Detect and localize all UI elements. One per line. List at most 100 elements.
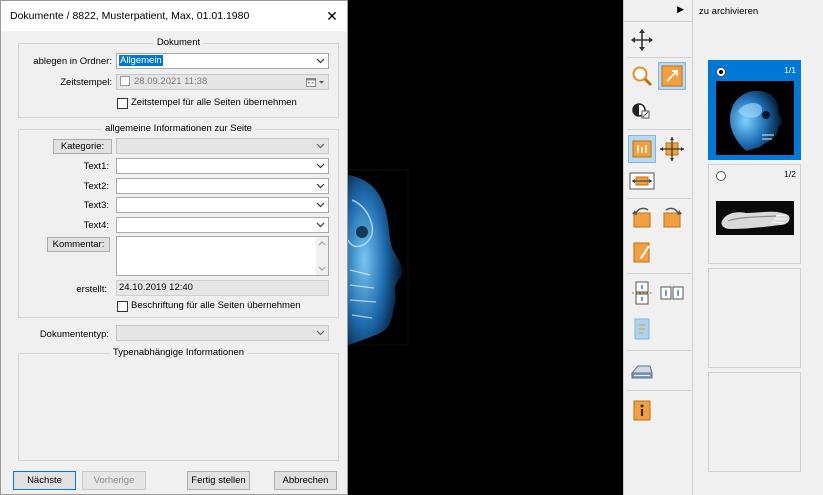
rotate-right-icon [663, 207, 682, 228]
caption-all-pages-label: Beschriftung für alle Seiten übernehmen [131, 300, 301, 311]
split-page-tool-button[interactable] [628, 279, 656, 307]
merge-pages-tool-button[interactable] [658, 279, 686, 307]
created-label: erstellt: [76, 284, 107, 295]
folder-select[interactable]: Allgemein [116, 53, 329, 69]
folder-label: ablegen in Ordner: [33, 56, 112, 67]
edit-page-icon [633, 242, 650, 263]
collapse-button[interactable]: ▶ [624, 0, 692, 22]
thumbnail-page-number: 1/2 [784, 169, 796, 179]
timestamp-picker[interactable]: 28.09.2021 11:38 [116, 74, 329, 90]
type-info-group: Typenabhängige Informationen [18, 347, 339, 461]
text3-label: Text3: [83, 200, 109, 211]
next-button[interactable]: Nächste [13, 471, 76, 490]
thumbnail-panel: zu archivieren 1/1 1/2 [693, 0, 823, 495]
close-icon: ✕ [326, 8, 338, 24]
cancel-button[interactable]: Abbrechen [274, 471, 337, 490]
chevron-down-icon [316, 143, 325, 149]
caption-all-pages-checkbox[interactable] [117, 301, 128, 312]
close-button[interactable]: ✕ [321, 6, 343, 26]
page-info-group-title: allgemeine Informationen zur Seite [102, 123, 255, 134]
document-group-title: Dokument [153, 37, 204, 48]
text1-select[interactable] [116, 158, 329, 174]
thumbnail-slot-3[interactable] [708, 268, 801, 368]
head-xray-thumbnail [716, 81, 794, 155]
info-icon [633, 400, 651, 421]
calendar-icon[interactable] [306, 77, 316, 87]
scroll-down-icon[interactable] [318, 266, 326, 272]
merge-pages-icon [660, 286, 684, 300]
thumbnail-page-2[interactable]: 1/2 [708, 164, 801, 264]
chevron-down-icon [319, 81, 324, 84]
chevron-down-icon [316, 58, 325, 64]
scanner-tool-button[interactable] [628, 357, 656, 385]
timestamp-all-pages-label: Zeitstempel für alle Seiten übernehmen [131, 97, 297, 108]
rotate-left-icon [632, 207, 651, 228]
text4-select[interactable] [116, 217, 329, 233]
move-tool-button[interactable] [628, 26, 656, 54]
chevron-down-icon [316, 330, 325, 336]
chevron-down-icon [316, 183, 325, 189]
thumbnail-radio[interactable] [716, 67, 726, 77]
text2-select[interactable] [116, 178, 329, 194]
document-type-label: Dokumententyp: [39, 329, 109, 340]
move-icon [631, 29, 653, 51]
zoom-icon [632, 66, 653, 87]
previous-button[interactable]: Vorherige [82, 471, 146, 490]
fit-height-tool-button[interactable] [628, 135, 656, 163]
document-type-select[interactable] [116, 325, 329, 341]
comment-button[interactable]: Kommentar: [47, 237, 110, 252]
fit-height-icon [632, 140, 652, 158]
tool-panel: ▶ [623, 0, 693, 495]
created-field: 24.10.2019 12:40 [116, 280, 329, 296]
image-viewer[interactable] [348, 0, 623, 495]
attach-tool-button[interactable] [628, 315, 656, 343]
comment-scrollbar[interactable] [316, 237, 328, 275]
dialog-title: Dokumente / 8822, Musterpatient, Max, 01… [10, 10, 250, 22]
fit-all-tool-button[interactable] [658, 135, 686, 163]
text4-label: Text4: [83, 220, 109, 231]
timestamp-enable-checkbox[interactable] [120, 76, 130, 86]
crop-icon [661, 65, 683, 87]
scanner-icon [630, 365, 653, 379]
contrast-tool-button[interactable] [628, 96, 656, 124]
fit-width-tool-button[interactable] [628, 167, 656, 195]
thumbnail-slot-4[interactable] [708, 372, 801, 472]
contrast-icon [632, 103, 650, 119]
split-page-icon [632, 281, 652, 305]
xray-image [348, 169, 409, 346]
fit-all-icon [660, 137, 684, 161]
fit-width-icon [629, 172, 655, 190]
chevron-down-icon [316, 222, 325, 228]
collapse-arrow-icon: ▶ [677, 4, 684, 14]
document-dialog: Dokumente / 8822, Musterpatient, Max, 01… [0, 0, 348, 495]
timestamp-all-pages-checkbox[interactable] [117, 98, 128, 109]
thumbnail-panel-header: zu archivieren [699, 6, 759, 17]
attach-icon [634, 318, 650, 340]
edit-page-tool-button[interactable] [628, 238, 656, 266]
category-button[interactable]: Kategorie: [53, 139, 112, 154]
created-value: 24.10.2019 12:40 [119, 282, 193, 293]
text1-label: Text1: [83, 161, 109, 172]
scroll-up-icon[interactable] [318, 240, 326, 246]
rotate-left-tool-button[interactable] [628, 204, 656, 232]
zoom-tool-button[interactable] [628, 62, 656, 90]
chevron-down-icon [316, 202, 325, 208]
thumbnail-page-1[interactable]: 1/1 [708, 60, 801, 160]
chevron-down-icon [316, 163, 325, 169]
type-info-group-title: Typenabhängige Informationen [110, 347, 247, 358]
folder-value: Allgemein [119, 55, 163, 66]
category-select[interactable] [116, 138, 329, 154]
text3-select[interactable] [116, 197, 329, 213]
info-tool-button[interactable] [628, 396, 656, 424]
rotate-right-tool-button[interactable] [658, 204, 686, 232]
comment-textarea[interactable] [116, 236, 329, 276]
foot-xray-thumbnail [716, 201, 794, 235]
thumbnail-page-number: 1/1 [784, 65, 796, 75]
title-bar: Dokumente / 8822, Musterpatient, Max, 01… [1, 1, 347, 31]
finish-button[interactable]: Fertig stellen [187, 471, 250, 490]
thumbnail-radio[interactable] [716, 171, 726, 181]
timestamp-label: Zeitstempel: [60, 77, 112, 88]
crop-tool-button[interactable] [658, 62, 686, 90]
text2-label: Text2: [83, 181, 109, 192]
timestamp-value: 28.09.2021 11:38 [134, 76, 208, 87]
